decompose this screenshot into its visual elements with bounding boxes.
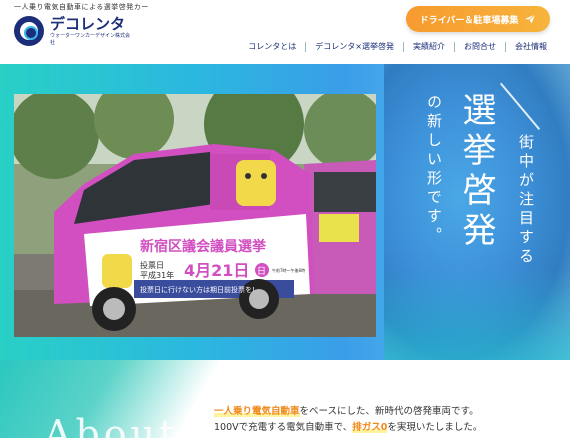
cta-label: ドライバー＆駐車場募集	[419, 15, 519, 26]
hero-subtitle-new-form: の新しい形です。	[425, 94, 443, 246]
nav-item-company[interactable]: 会社情報	[505, 42, 556, 52]
about-section: About 一人乗り電気自動車をベースにした、新時代の啓発車両です。 100Vで…	[0, 360, 570, 438]
vote-day-label: 投票日	[140, 260, 164, 270]
hero-photo-election-car: 新宿区議会議員選挙 投票日 平成31年 4月21日 日 午前7時〜午後8時 投票…	[14, 94, 376, 337]
vote-year: 平成31年	[140, 270, 174, 280]
nav-item-works[interactable]: 実績紹介	[403, 42, 454, 52]
nav-item-contact[interactable]: お問合せ	[454, 42, 505, 52]
logo-name: デコレンタ	[50, 15, 126, 33]
about-description: 一人乗り電気自動車をベースにした、新時代の啓発車両です。 100Vで充電する電気…	[214, 404, 482, 436]
site-header: 一人乗り電気自動車による選挙啓発カー デコレンタ ウォーターワンカーデザイン株式…	[0, 0, 570, 64]
hero-subtitle-attention: 街中が注目する	[517, 134, 535, 267]
paper-plane-icon	[525, 14, 536, 24]
global-nav: コレンタとは デコレンタ×選挙啓発 実績紹介 お問合せ 会社情報	[239, 40, 556, 54]
nav-item-election[interactable]: デコレンタ×選挙啓発	[305, 42, 403, 52]
about-title: About	[44, 412, 179, 438]
logo-company: ウォーターワンカーデザイン株式会社	[50, 32, 131, 46]
vote-date: 4月21日	[184, 261, 249, 280]
about-highlight-ev: 一人乗り電気自動車	[214, 406, 300, 417]
early-vote-banner: 投票日に行けない方は期日前投票を!	[140, 285, 255, 294]
site-logo[interactable]: デコレンタ ウォーターワンカーデザイン株式会社	[14, 14, 134, 48]
logo-mark-icon	[14, 16, 44, 46]
election-car-illustration: 新宿区議会議員選挙 投票日 平成31年 4月21日 日 午前7時〜午後8時 投票…	[14, 94, 376, 337]
hero-title: 選挙啓発	[456, 92, 496, 252]
about-line1: をベースにした、新時代の啓発車両です。	[299, 406, 479, 417]
sign-title: 新宿区議会議員選挙	[140, 238, 267, 255]
driver-parking-recruit-button[interactable]: ドライバー＆駐車場募集	[406, 6, 550, 32]
vote-weekday: 日	[257, 266, 266, 277]
hero-section: 新宿区議会議員選挙 投票日 平成31年 4月21日 日 午前7時〜午後8時 投票…	[0, 64, 570, 360]
about-line2-pre: 100Vで充電する電気自動車で、	[214, 422, 353, 433]
nav-item-about[interactable]: コレンタとは	[239, 42, 305, 52]
header-tagline: 一人乗り電気自動車による選挙啓発カー	[14, 3, 149, 11]
about-line2-rest: を実現いたしました。	[387, 422, 483, 433]
vote-hours: 午前7時〜午後8時	[272, 267, 305, 273]
about-highlight-zero-emission: 排ガス0	[352, 422, 388, 433]
